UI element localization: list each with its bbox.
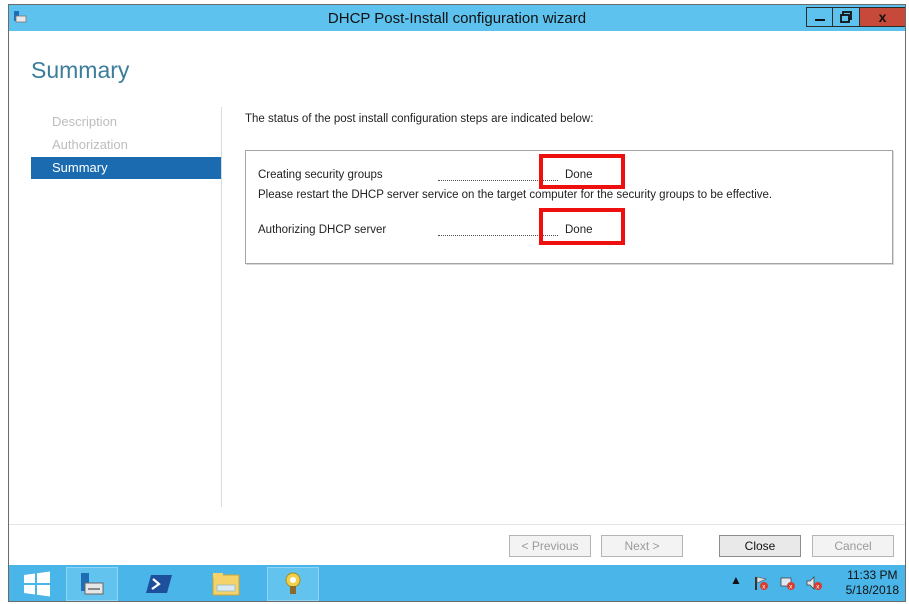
network-icon[interactable]: x xyxy=(780,575,796,591)
wizard-window: DHCP Post-Install configuration wizard x… xyxy=(8,4,906,602)
taskbar-file-explorer[interactable] xyxy=(200,567,252,601)
minimize-icon xyxy=(814,19,825,21)
window-title: DHCP Post-Install configuration wizard xyxy=(327,10,587,27)
restore-button[interactable] xyxy=(833,7,860,27)
highlight-box xyxy=(539,154,625,189)
step-label: Authorizing DHCP server xyxy=(258,224,387,236)
nav-divider xyxy=(221,107,222,507)
cancel-button[interactable]: Cancel xyxy=(812,535,894,557)
taskbar-powershell[interactable] xyxy=(133,567,185,601)
next-button[interactable]: Next > xyxy=(601,535,683,557)
windows-logo-icon xyxy=(24,571,50,597)
restore-icon xyxy=(840,11,852,23)
wizard-nav: Description Authorization Summary xyxy=(31,111,221,180)
highlight-box xyxy=(539,208,625,245)
previous-button[interactable]: < Previous xyxy=(509,535,591,557)
svg-text:x: x xyxy=(789,584,793,591)
clock-time: 11:33 PM xyxy=(847,568,898,582)
step-label: Creating security groups xyxy=(258,169,383,181)
file-explorer-icon xyxy=(212,573,240,596)
nav-item-authorization[interactable]: Authorization xyxy=(31,134,221,156)
taskbar: ▲ x x x 11:33 PM 5/18/2018 xyxy=(9,565,905,601)
close-window-button[interactable]: x xyxy=(860,7,905,27)
taskbar-clock[interactable]: 11:33 PM 5/18/2018 xyxy=(846,568,899,598)
volume-muted-icon[interactable]: x xyxy=(806,575,822,591)
clock-date: 5/18/2018 xyxy=(845,583,899,597)
tool-icon xyxy=(285,572,301,594)
svg-text:x: x xyxy=(816,584,820,591)
restart-note: Please restart the DHCP server service o… xyxy=(258,189,773,201)
page-title: Summary xyxy=(31,57,130,83)
nav-item-summary[interactable]: Summary xyxy=(31,157,221,179)
status-box: Creating security groups Done Please res… xyxy=(245,150,893,264)
intro-text: The status of the post install configura… xyxy=(245,113,594,125)
close-icon: x xyxy=(878,9,887,25)
minimize-button[interactable] xyxy=(806,7,833,27)
close-button[interactable]: Close xyxy=(719,535,801,557)
dhcp-console-icon xyxy=(81,573,104,595)
title-bar[interactable]: DHCP Post-Install configuration wizard x xyxy=(9,5,905,31)
tray-overflow-icon[interactable]: ▲ xyxy=(730,573,742,587)
taskbar-dhcp-console[interactable] xyxy=(66,567,118,601)
svg-text:x: x xyxy=(762,584,766,591)
taskbar-server-tool[interactable] xyxy=(267,567,319,601)
nav-item-description[interactable]: Description xyxy=(31,111,221,133)
start-button[interactable] xyxy=(13,567,61,601)
action-center-flag-icon[interactable]: x xyxy=(753,575,769,591)
footer-divider xyxy=(9,524,905,525)
powershell-icon xyxy=(146,575,172,593)
